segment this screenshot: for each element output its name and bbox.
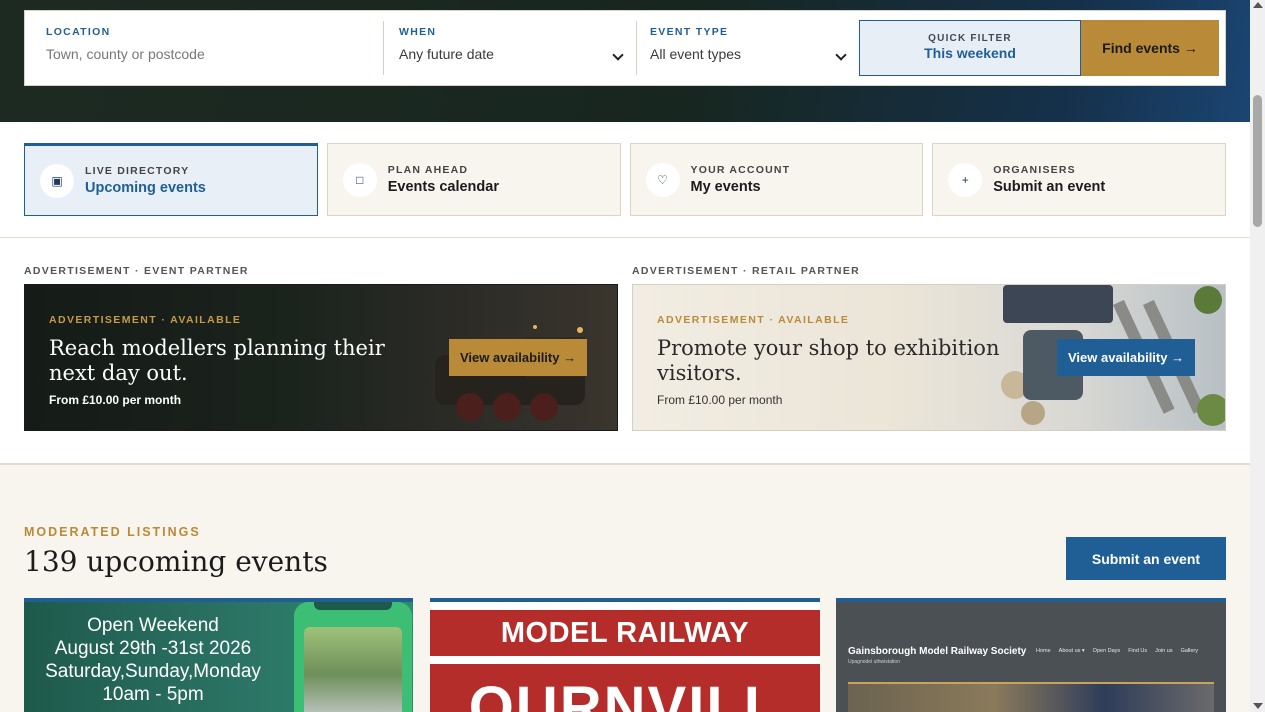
website-menu-item: Find Us bbox=[1128, 648, 1148, 654]
section-nav: ▣ LIVE DIRECTORY Upcoming events □ PLAN … bbox=[24, 143, 1226, 216]
website-title: Gainsborough Model Railway Society bbox=[848, 646, 1027, 657]
location-input[interactable]: Town, county or postcode bbox=[46, 46, 383, 62]
nav-card-title: Upcoming events bbox=[85, 180, 206, 196]
poster-line: August 29th -31st 2026 bbox=[54, 638, 252, 659]
nav-card-label: YOUR ACCOUNT bbox=[690, 164, 791, 176]
when-label: WHEN bbox=[399, 26, 437, 38]
layout-photo bbox=[848, 682, 1214, 712]
when-value: Any future date bbox=[399, 46, 494, 62]
phone-image bbox=[294, 602, 412, 712]
quick-filter-value: This weekend bbox=[924, 45, 1016, 61]
website-menu-item: Open Days bbox=[1092, 648, 1121, 654]
ad-price: From £10.00 per month bbox=[657, 393, 783, 407]
poster-subtitle: OURNVILL bbox=[430, 664, 820, 712]
submit-event-button[interactable]: Submit an event bbox=[1066, 537, 1226, 580]
nav-card-title: Events calendar bbox=[387, 179, 499, 195]
poster-line: Saturday,Sunday,Monday bbox=[45, 661, 261, 682]
ad-banner-event-partner[interactable]: ADVERTISEMENT · AVAILABLE Reach modeller… bbox=[24, 284, 618, 431]
listings-eyebrow: MODERATED LISTINGS bbox=[24, 525, 201, 539]
website-menu-item: Join us bbox=[1155, 648, 1173, 654]
nav-card-events-calendar[interactable]: □ PLAN AHEAD Events calendar bbox=[326, 143, 621, 216]
event-card[interactable]: Open Weekend August 29th -31st 2026 Satu… bbox=[24, 598, 413, 712]
ad-headline: Promote your shop to exhibition visitors… bbox=[657, 336, 1000, 385]
nav-card-upcoming-events[interactable]: ▣ LIVE DIRECTORY Upcoming events bbox=[24, 143, 318, 216]
nav-card-submit-event[interactable]: + ORGANISERS Submit an event bbox=[932, 143, 1226, 216]
nav-card-label: ORGANISERS bbox=[993, 164, 1076, 176]
scroll-down-arrow-icon[interactable] bbox=[1253, 703, 1263, 709]
ad-banner-retail-partner[interactable]: ADVERTISEMENT · AVAILABLE Promote your s… bbox=[632, 284, 1226, 431]
website-menu-item: Gallery bbox=[1180, 648, 1198, 654]
ad-tag: ADVERTISEMENT · AVAILABLE bbox=[657, 314, 850, 326]
view-availability-button[interactable]: View availability → bbox=[1057, 339, 1196, 376]
event-search-bar: LOCATION Town, county or postcode WHEN A… bbox=[24, 10, 1226, 86]
heart-icon: ♡ bbox=[645, 162, 680, 197]
listings-count-title: 139 upcoming events bbox=[24, 545, 328, 578]
event-card[interactable]: MODEL RAILWAY OURNVILL bbox=[430, 598, 820, 712]
poster-line: 10am - 5pm bbox=[102, 684, 204, 705]
nav-card-label: PLAN AHEAD bbox=[387, 164, 469, 176]
directory-icon: ▣ bbox=[40, 163, 74, 198]
poster-title: MODEL RAILWAY bbox=[430, 610, 820, 656]
divider bbox=[0, 237, 1250, 238]
event-card[interactable]: Gainsborough Model Railway Society Upagn… bbox=[836, 598, 1226, 712]
quick-filter-button[interactable]: QUICK FILTER This weekend bbox=[859, 20, 1081, 76]
website-subtitle: Upagnodel uthwistation bbox=[848, 659, 900, 665]
event-type-label: EVENT TYPE bbox=[650, 26, 729, 38]
nav-card-title: Submit an event bbox=[993, 179, 1106, 195]
find-events-button[interactable]: Find events → bbox=[1081, 20, 1219, 76]
poster-line: Open Weekend bbox=[87, 615, 219, 636]
scroll-up-arrow-icon[interactable] bbox=[1253, 2, 1263, 8]
event-type-select[interactable]: EVENT TYPE All event types bbox=[637, 11, 859, 85]
website-menu: Home About us ▾ Open Days Find Us Join u… bbox=[1036, 648, 1198, 654]
ad-headline: Reach modellers planning their next day … bbox=[49, 336, 385, 385]
quick-filter-label: QUICK FILTER bbox=[928, 33, 1012, 44]
when-select[interactable]: WHEN Any future date bbox=[384, 11, 636, 85]
listings-section: MODERATED LISTINGS 139 upcoming events S… bbox=[0, 465, 1250, 712]
hero-banner: LOCATION Town, county or postcode WHEN A… bbox=[0, 0, 1250, 122]
event-card-poster-text: Open Weekend August 29th -31st 2026 Satu… bbox=[24, 614, 282, 706]
ad-header-retail-partner: ADVERTISEMENT · RETAIL PARTNER bbox=[632, 265, 861, 277]
vertical-scrollbar[interactable] bbox=[1250, 0, 1265, 712]
event-type-value: All event types bbox=[650, 46, 742, 62]
website-menu-item: About us ▾ bbox=[1058, 648, 1085, 654]
nav-card-my-events[interactable]: ♡ YOUR ACCOUNT My events bbox=[629, 143, 924, 216]
view-availability-button[interactable]: View availability → bbox=[449, 339, 588, 376]
nav-card-title: My events bbox=[690, 179, 761, 195]
location-label: LOCATION bbox=[46, 26, 111, 38]
ad-tag: ADVERTISEMENT · AVAILABLE bbox=[49, 314, 242, 326]
calendar-icon: □ bbox=[342, 162, 377, 197]
nav-card-label: LIVE DIRECTORY bbox=[85, 165, 190, 177]
plus-icon: + bbox=[948, 162, 983, 197]
scrollbar-thumb[interactable] bbox=[1253, 95, 1262, 227]
ad-price: From £10.00 per month bbox=[49, 393, 182, 407]
website-menu-item: Home bbox=[1036, 648, 1051, 654]
ad-header-event-partner: ADVERTISEMENT · EVENT PARTNER bbox=[24, 265, 249, 277]
location-field[interactable]: LOCATION Town, county or postcode bbox=[25, 11, 383, 85]
